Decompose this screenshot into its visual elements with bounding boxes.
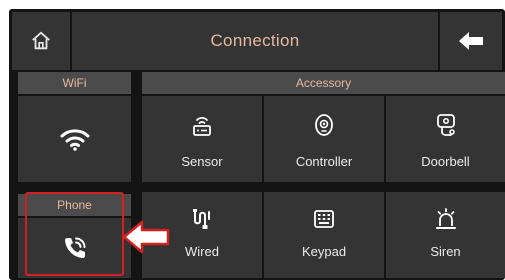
sensor-button[interactable]: Sensor	[142, 96, 262, 182]
keypad-label: Keypad	[301, 244, 347, 259]
siren-button[interactable]: Siren	[386, 192, 505, 278]
accessory-section-header: Accessory	[142, 72, 505, 94]
controller-button[interactable]: Controller	[264, 96, 384, 182]
sensor-label: Sensor	[181, 154, 223, 169]
phone-highlight-box	[25, 192, 124, 276]
doorbell-label: Doorbell	[421, 154, 470, 169]
keypad-icon	[314, 210, 334, 228]
wifi-section-header: WiFi	[18, 72, 131, 94]
wifi-button[interactable]	[18, 96, 131, 182]
wired-label: Wired	[185, 244, 219, 259]
wired-icon	[193, 209, 210, 229]
page-title: Connection	[210, 31, 300, 50]
wifi-label: WiFi	[62, 76, 87, 90]
sensor-icon	[193, 117, 211, 136]
arrow-left-icon	[459, 32, 483, 50]
home-icon	[32, 31, 50, 50]
controller-icon	[315, 114, 333, 136]
title-bar: Connection	[72, 12, 438, 70]
keypad-button[interactable]: Keypad	[264, 192, 384, 278]
siren-icon	[435, 208, 456, 229]
pointer-arrow-icon	[122, 220, 170, 254]
doorbell-icon	[436, 114, 455, 136]
back-button[interactable]	[440, 12, 502, 70]
accessory-label: Accessory	[295, 76, 352, 90]
siren-label: Siren	[430, 244, 461, 259]
doorbell-button[interactable]: Doorbell	[386, 96, 505, 182]
home-button[interactable]	[12, 12, 70, 70]
wifi-icon	[60, 129, 89, 151]
controller-label: Controller	[295, 154, 353, 169]
